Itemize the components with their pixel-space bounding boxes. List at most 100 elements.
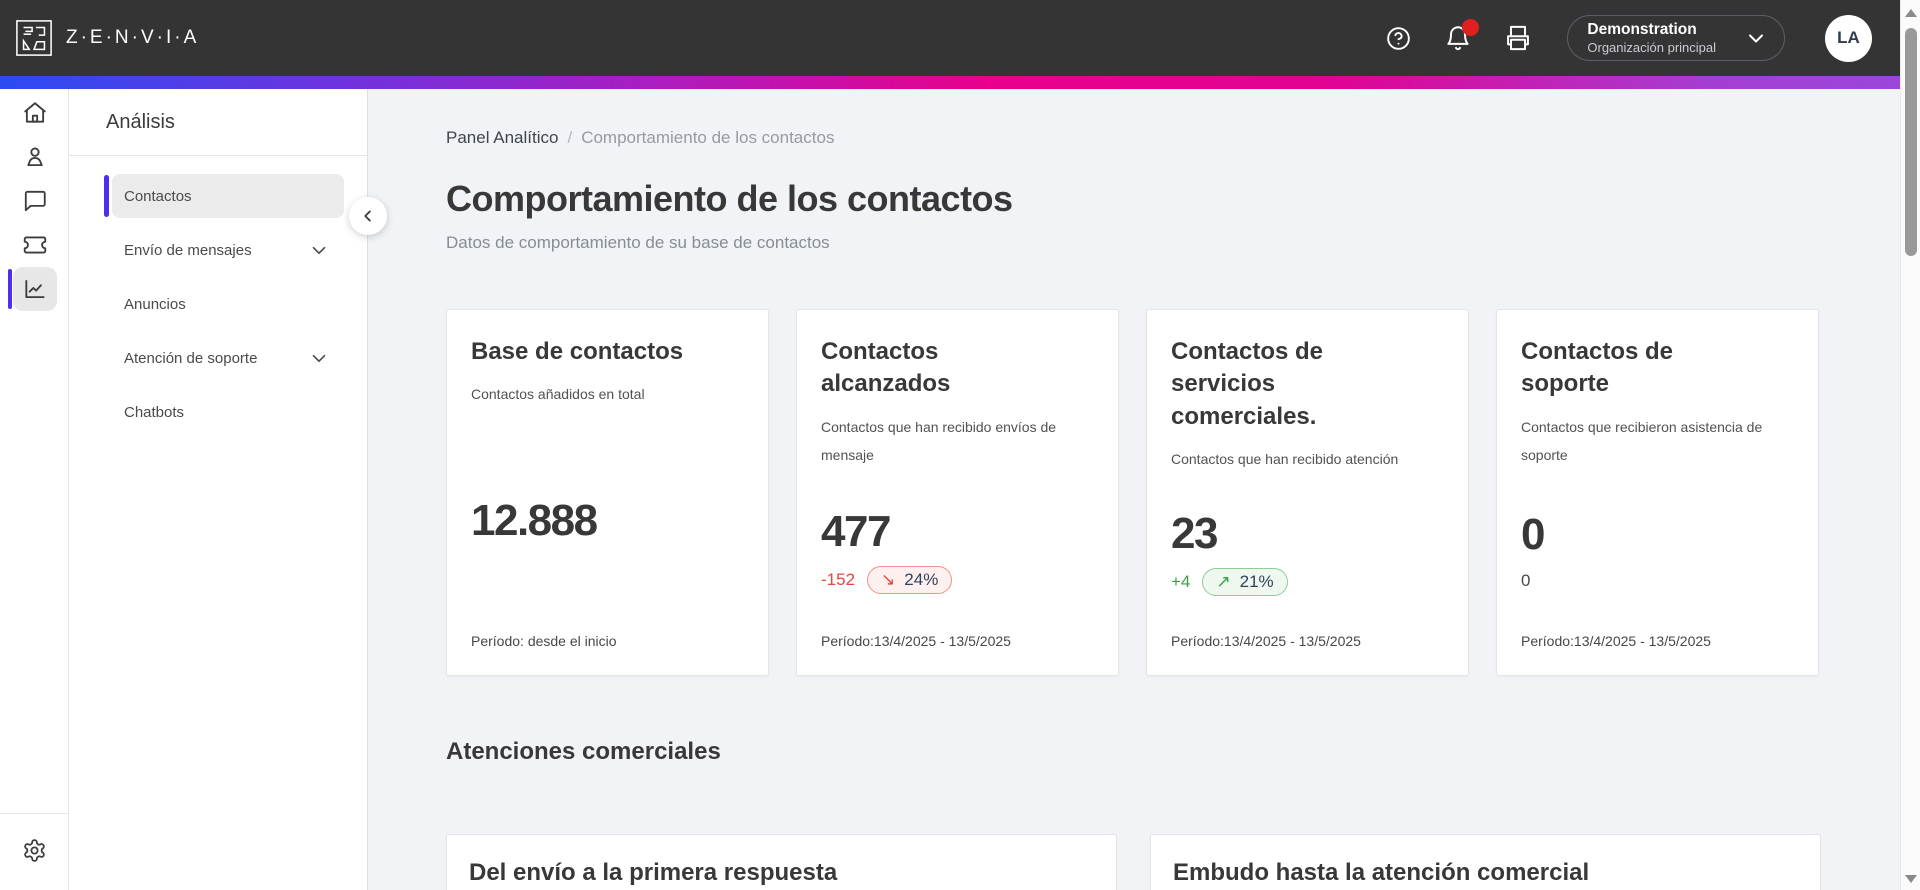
main-content: Panel Analítico / Comportamiento de los … (368, 89, 1900, 890)
notifications-button[interactable] (1443, 19, 1480, 53)
sidebar-title: Análisis (106, 111, 175, 133)
stat-value-block: 12.888 (471, 495, 744, 545)
stat-card-title: Contactos de servicios comerciales. (1171, 338, 1324, 430)
line-chart-icon (24, 279, 45, 299)
brand-gradient-bar (0, 76, 1900, 89)
stat-card-base-de-contactos: Base de contactos Contactos añadidos en … (446, 309, 769, 676)
trend-down-arrow-icon: ↘ (881, 570, 896, 590)
chevron-down-icon (308, 239, 330, 261)
stat-value-block: 23 +4 ↗ 21% (1171, 509, 1444, 597)
sidebar-item-chatbots[interactable]: Chatbots (112, 390, 344, 434)
stat-cards-row: Base de contactos Contactos añadidos en … (446, 309, 1900, 676)
stat-card-subtitle: Contactos que han recibido envíos de men… (821, 418, 1057, 463)
stat-value-block: 0 0 (1521, 509, 1794, 591)
person-icon (26, 147, 43, 167)
trend-badge: ↘ 24% (867, 566, 953, 595)
topbar: Z·E·N·V·I·A Demonstration Organización p… (0, 0, 1900, 76)
scrollbar-thumb[interactable] (1905, 28, 1917, 256)
avatar[interactable]: LA (1825, 14, 1872, 62)
sidebar-collapse-button[interactable] (349, 197, 387, 235)
rail-item-tickets[interactable] (0, 223, 69, 267)
printer-icon (1507, 25, 1530, 51)
stat-delta: +4 (1171, 572, 1191, 592)
stat-value: 477 (821, 506, 891, 556)
scroll-down-arrow[interactable] (1905, 875, 1917, 883)
stat-delta-row: -152 ↘ 24% (821, 566, 1094, 595)
stat-value: 0 (1521, 509, 1545, 559)
gear-icon (24, 838, 45, 862)
panel-card-title: Embudo hasta la atención comercial (1173, 859, 1590, 886)
sidebar-item-label: Anuncios (124, 295, 186, 313)
sidebar-item-contactos[interactable]: Contactos (104, 174, 344, 218)
breadcrumb-current: Comportamiento de los contactos (581, 128, 835, 147)
sidebar-item-anuncios[interactable]: Anuncios (112, 282, 344, 326)
rail-item-analytics[interactable] (0, 267, 69, 311)
home-icon (23, 102, 46, 123)
page-scrollbar[interactable] (1900, 0, 1920, 890)
print-button[interactable] (1503, 23, 1533, 53)
avatar-initials: LA (1837, 28, 1860, 47)
rail-item-contacts[interactable] (0, 135, 69, 179)
chat-bubble-icon (24, 190, 46, 212)
breadcrumb-separator: / (567, 128, 573, 147)
brand-name: Z·E·N·V·I·A (66, 27, 200, 48)
icon-rail (0, 89, 69, 890)
sidebar-item-atencion-de-soporte[interactable]: Atención de soporte (112, 336, 344, 380)
stat-card-contactos-servicios-comerciales: Contactos de servicios comerciales. Cont… (1146, 309, 1469, 676)
rail-item-conversations[interactable] (0, 179, 69, 223)
stat-delta: -152 (821, 570, 856, 590)
rail-item-settings[interactable] (0, 826, 69, 874)
sidebar-item-label: Envío de mensajes (124, 241, 252, 259)
scroll-up-arrow[interactable] (1905, 9, 1917, 17)
chevron-down-icon (1744, 26, 1768, 50)
stat-card-subtitle: Contactos añadidos en total (471, 386, 645, 403)
help-icon (1387, 26, 1410, 50)
stat-period: Período:13/4/2025 - 13/5/2025 (1171, 633, 1361, 649)
stat-delta-row: +4 ↗ 21% (1171, 568, 1444, 597)
stat-card-subtitle: Contactos que han recibido atención (1171, 451, 1399, 468)
chevron-left-icon (364, 210, 371, 222)
org-switcher[interactable]: Demonstration Organización principal (1567, 15, 1785, 61)
sidebar-menu: Contactos Envío de mensajes Anuncios Ate… (69, 156, 367, 434)
topbar-actions: Demonstration Organización principal LA (1353, 14, 1872, 62)
zenvia-logo[interactable]: Z·E·N·V·I·A (14, 18, 199, 58)
section-title-atenciones-comerciales: Atenciones comerciales (446, 738, 721, 765)
rail-item-home[interactable] (0, 91, 69, 135)
stat-card-contactos-de-soporte: Contactos de soporte Contactos que recib… (1496, 309, 1819, 676)
stat-period: Período:13/4/2025 - 13/5/2025 (821, 632, 1011, 649)
org-name: Demonstration (1587, 21, 1697, 39)
stat-card-title: Contactos de soporte (1521, 338, 1674, 398)
stat-period: Período: desde el inicio (471, 633, 617, 649)
panel-card-primera-respuesta: Del envío a la primera respuesta (446, 834, 1117, 890)
stat-period: Período:13/4/2025 - 13/5/2025 (1521, 632, 1711, 649)
stat-card-title: Base de contactos (471, 338, 684, 365)
stat-card-subtitle: Contactos que recibieron asistencia de s… (1521, 418, 1763, 463)
trend-badge: ↗ 21% (1202, 568, 1288, 597)
stat-value-block: 477 -152 ↘ 24% (821, 506, 1094, 595)
stat-card-contactos-alcanzados: Contactos alcanzados Contactos que han r… (796, 309, 1119, 676)
analysis-sidebar: Análisis Contactos Envío de mensajes Anu… (69, 89, 368, 890)
app-body: Análisis Contactos Envío de mensajes Anu… (0, 89, 1900, 890)
chevron-down-icon (308, 347, 330, 369)
help-button[interactable] (1383, 23, 1413, 53)
stat-delta: 0 (1521, 571, 1531, 591)
breadcrumb: Panel Analítico / Comportamiento de los … (446, 128, 1900, 148)
app-window: Z·E·N·V·I·A Demonstration Organización p… (0, 0, 1920, 890)
stat-card-title: Contactos alcanzados (821, 338, 951, 398)
sidebar-item-envio-de-mensajes[interactable]: Envío de mensajes (112, 228, 344, 272)
page-title: Comportamiento de los contactos (446, 178, 1013, 219)
panel-card-title: Del envío a la primera respuesta (469, 859, 838, 886)
sidebar-item-label: Chatbots (124, 403, 185, 421)
page-subtitle: Datos de comportamiento de su base de co… (446, 233, 830, 252)
rail-divider (0, 813, 69, 814)
panel-card-embudo-atencion: Embudo hasta la atención comercial (1150, 834, 1821, 890)
commercial-cards-row: Del envío a la primera respuesta Embudo … (446, 834, 1900, 890)
trend-percentage: 24% (904, 570, 939, 590)
org-subtitle: Organización principal (1587, 39, 1716, 55)
sidebar-item-label: Atención de soporte (124, 349, 258, 367)
breadcrumb-parent[interactable]: Panel Analítico (446, 128, 558, 148)
ticket-icon (23, 236, 46, 254)
zenvia-logo-icon (14, 18, 54, 58)
org-switcher-text: Demonstration Organización principal (1587, 20, 1716, 56)
stat-value: 12.888 (471, 495, 598, 545)
